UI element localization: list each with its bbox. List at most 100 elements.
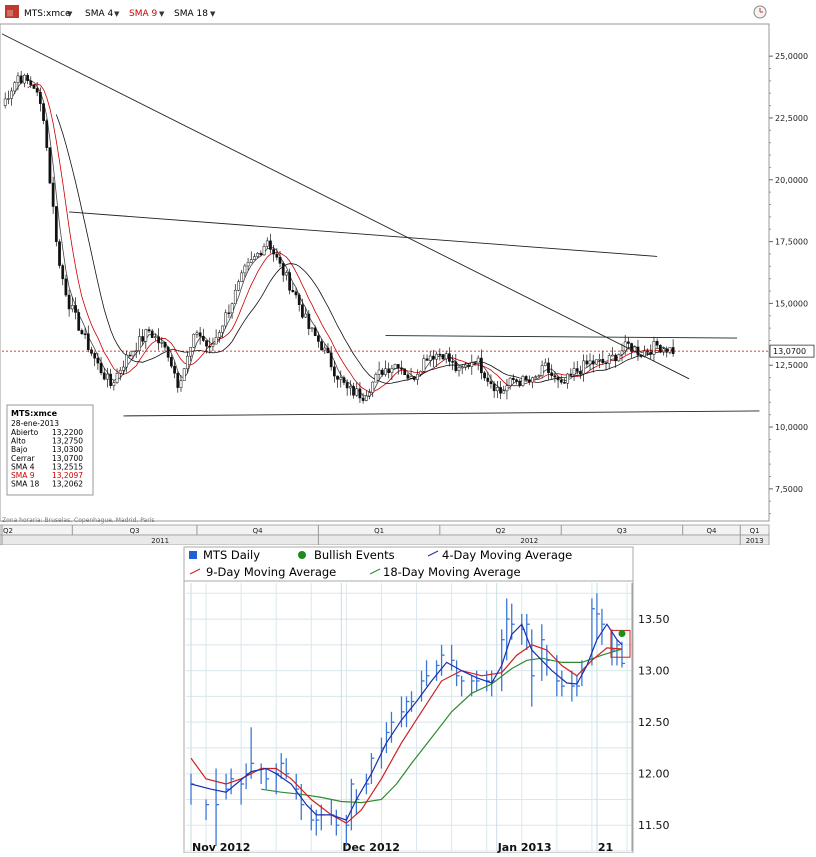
- quarter-label: Q2: [496, 527, 506, 535]
- candle-body: [217, 332, 221, 338]
- candle-body: [262, 245, 266, 256]
- candle-body: [67, 294, 71, 310]
- candle-body: [508, 377, 512, 386]
- candle-body: [499, 387, 502, 394]
- candle-body: [230, 303, 234, 314]
- candle-body: [662, 348, 665, 353]
- candle-body: [505, 385, 509, 392]
- toolbar-item-sma4[interactable]: SMA 4 ▼: [85, 9, 120, 19]
- candle-body: [547, 362, 550, 373]
- candle-body: [671, 347, 675, 354]
- daily-chart[interactable]: MTS Daily Bullish Events 4-Day Moving Av…: [0, 545, 816, 854]
- candle-body: [185, 355, 189, 370]
- candle-body: [467, 364, 470, 367]
- y-tick-label: 7,5000: [775, 485, 803, 494]
- x-tick-label: 21: [598, 841, 613, 853]
- candle-body: [102, 372, 106, 380]
- toolbar-sma4-label: SMA 4: [85, 9, 113, 19]
- candle-body: [64, 278, 68, 296]
- candle-body: [144, 329, 148, 342]
- candle-body: [189, 347, 192, 357]
- candle-body: [537, 375, 541, 377]
- toolbar-item-sma9[interactable]: SMA 9 ▼: [129, 9, 165, 19]
- candle-body: [288, 272, 291, 291]
- candle-body: [214, 337, 218, 345]
- candle-body: [527, 379, 531, 383]
- candle-body: [342, 377, 346, 383]
- y-tick-label: 12,5000: [775, 361, 808, 370]
- x-axis: Q2 Q3 Q4 Q1 Q2 Q3 Q4 Q1 2011 2012 2013: [0, 524, 770, 546]
- candle-body: [301, 304, 304, 318]
- candle-body: [502, 390, 506, 394]
- chevron-down-icon: ▼: [67, 10, 73, 18]
- info-box-date: 28-ene-2013: [11, 419, 59, 428]
- y-axis: 25,0000 22,5000 20,0000 17,5000 15,0000 12,50…: [768, 24, 808, 521]
- candle-body: [403, 368, 407, 375]
- toolbar-item-ticker[interactable]: MTS:xmce ▼: [24, 9, 73, 19]
- candle-body: [23, 74, 26, 84]
- candle-body: [448, 353, 451, 362]
- candle-body: [416, 374, 419, 380]
- y-tick-label: 15,0000: [775, 299, 808, 308]
- year-label: 2013: [746, 537, 764, 545]
- candle-body: [195, 332, 199, 335]
- candle-body: [281, 263, 285, 276]
- y-tick-label: 13.50: [638, 613, 670, 626]
- candle-body: [32, 84, 36, 89]
- candle-body: [35, 88, 39, 93]
- candle-body: [345, 382, 349, 389]
- candle-body: [147, 329, 151, 332]
- candle-body: [38, 91, 42, 104]
- info-row-label: SMA 18: [11, 480, 40, 489]
- toolbar-item-sma18[interactable]: SMA 18 ▼: [174, 9, 216, 19]
- toolbar-ticker-label: MTS:xmce: [24, 9, 71, 19]
- candle-body: [326, 347, 330, 354]
- candle-body: [227, 312, 231, 315]
- chevron-down-icon: ▼: [159, 10, 165, 18]
- candle-body: [348, 386, 352, 389]
- legend-daily: MTS Daily: [203, 548, 260, 562]
- y-tick-label: 20,0000: [775, 176, 808, 185]
- quarter-band: [0, 524, 770, 536]
- candle-body: [588, 360, 592, 365]
- candle-body: [54, 206, 58, 242]
- candle-body: [473, 362, 477, 364]
- chart-type-icon-glyph: |||: [7, 10, 13, 17]
- candle-body: [291, 289, 295, 293]
- candle-body: [556, 376, 560, 381]
- info-row-value: 13,2062: [52, 480, 83, 489]
- bullish-event-marker[interactable]: [618, 630, 626, 638]
- candle-body: [80, 330, 84, 335]
- candle-body: [336, 375, 339, 380]
- candle-body: [483, 372, 486, 379]
- candle-body: [125, 354, 129, 368]
- legend-swatch-daily: [189, 551, 197, 559]
- candle-body: [259, 253, 263, 256]
- candle-body: [457, 367, 461, 371]
- candle-body: [406, 374, 410, 379]
- candle-body: [480, 357, 483, 374]
- year-label: 2012: [520, 537, 538, 545]
- candle-body: [601, 359, 605, 363]
- candle-body: [489, 381, 493, 384]
- candle-body: [166, 347, 170, 358]
- candle-body: [611, 354, 614, 357]
- candle-body: [604, 362, 608, 364]
- info-box-title: MTS:xmce: [11, 409, 58, 418]
- candle-body: [233, 289, 237, 305]
- candle-body: [531, 377, 534, 383]
- candle-body: [412, 376, 416, 380]
- candle-body: [384, 368, 387, 375]
- candle-body: [476, 357, 480, 364]
- legend-sma4: 4-Day Moving Average: [442, 548, 572, 562]
- candle-body: [317, 335, 320, 342]
- candle-body: [515, 379, 518, 382]
- candle-body: [441, 354, 445, 360]
- candle-body: [435, 353, 439, 360]
- toolbar-sma9-label: SMA 9: [129, 9, 157, 19]
- candle-body: [269, 240, 272, 250]
- candle-body: [19, 75, 23, 84]
- price-chart[interactable]: ||| MTS:xmce ▼ SMA 4 ▼ SMA 9 ▼ SMA 18 ▼ …: [0, 0, 816, 546]
- candle-body: [339, 377, 343, 380]
- candle-body: [598, 359, 601, 361]
